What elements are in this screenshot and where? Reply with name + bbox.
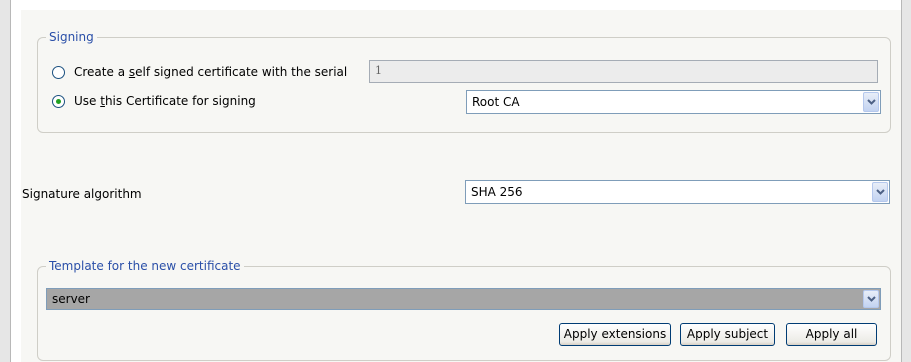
serial-input[interactable]: 1 [369,60,878,83]
selfsigned-label-pre: Create a [74,65,129,79]
signing-legend: Signing [46,30,97,44]
signature-algorithm-label: Signature algorithm [22,187,142,201]
usecert-label-post: his Certificate for signing [104,94,256,108]
template-value: server [52,292,90,306]
window-right-border [901,0,911,362]
template-select[interactable]: server [46,288,881,310]
usecert-label-pre: Use [74,94,101,108]
window-left-border [0,0,11,362]
signature-algorithm-select[interactable]: SHA 256 [465,180,890,204]
usecert-label: Use this Certificate for signing [74,94,256,108]
usecert-radio[interactable] [52,95,65,108]
apply-all-button[interactable]: Apply all [786,323,877,346]
signing-groupbox: Signing Create a self signed certificate… [37,30,891,133]
template-legend: Template for the new certificate [46,259,244,273]
signature-algorithm-value: SHA 256 [471,185,523,199]
template-dropdown-button[interactable] [863,290,879,308]
apply-extensions-button[interactable]: Apply extensions [559,323,671,346]
chevron-down-icon [876,189,885,195]
signing-ca-dropdown-button[interactable] [863,92,879,112]
apply-subject-button[interactable]: Apply subject [680,323,775,346]
chevron-down-icon [867,296,876,302]
signing-ca-select[interactable]: Root CA [466,90,881,114]
radio-selected-dot [56,99,61,104]
signature-algorithm-dropdown-button[interactable] [872,182,888,202]
template-groupbox: Template for the new certificate server … [37,259,891,361]
selfsigned-radio[interactable] [52,66,65,79]
selfsigned-label-post: elf signed certificate with the serial [135,65,348,79]
chevron-down-icon [867,99,876,105]
selfsigned-label: Create a self signed certificate with th… [74,65,347,79]
certificate-panel: Signing Create a self signed certificate… [21,10,901,362]
signing-ca-value: Root CA [472,95,520,109]
